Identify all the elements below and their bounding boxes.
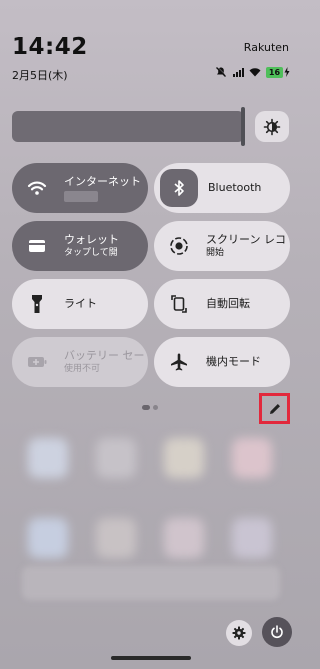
screen-record-icon [170,237,188,255]
wifi-icon [249,68,261,77]
tile-battery-saver-sub: 使用不可 [64,364,101,374]
carrier-name: Rakuten [243,41,289,54]
tile-battery-saver-icon-wrap [20,345,54,379]
tile-auto-rotate[interactable]: 自動回転 [154,279,290,329]
battery-icon: 16 [266,66,290,78]
power-icon [271,625,283,639]
brightness-settings-button[interactable] [255,111,289,142]
charging-icon [284,67,290,77]
power-button[interactable] [262,617,292,647]
settings-button[interactable] [226,620,252,646]
brightness-icon [263,118,281,135]
rotate-icon [171,295,187,313]
tile-screen-record[interactable]: スクリーン レコ 開始 [154,221,290,271]
tile-screen-record-sub: 開始 [206,248,225,258]
tile-flashlight-label: ライト [64,297,97,310]
tile-wallet[interactable]: ウォレット タップして開 [12,221,148,271]
gear-icon [232,626,246,640]
page-indicator [142,405,158,410]
tile-bluetooth-icon-wrap [160,169,198,207]
tile-auto-rotate-icon-wrap [162,287,196,321]
tile-screen-record-icon-wrap [162,229,196,263]
brightness-slider-handle[interactable] [241,107,245,146]
tile-airplane-label: 機内モード [206,355,261,368]
tile-flashlight-icon-wrap [20,287,54,321]
tile-flashlight[interactable]: ライト [12,279,148,329]
tile-internet-label: インターネット [64,174,141,188]
tile-wallet-label: ウォレット [64,233,119,246]
tile-internet[interactable]: インターネット [12,163,148,213]
brightness-slider[interactable] [12,111,244,142]
flashlight-icon [32,295,42,313]
tile-battery-saver-label: バッテリー セー [64,349,145,362]
tile-airplane-icon-wrap [162,345,196,379]
tile-internet-icon-wrap [20,171,54,205]
status-bar: 14:42 2月5日(木) Rakuten 16 [0,0,301,90]
airplane-icon [171,353,187,371]
network-name-redacted [64,190,98,202]
tile-wallet-icon-wrap [20,229,54,263]
tile-wallet-sub: タップして開 [64,248,118,258]
mute-icon [216,66,227,77]
battery-level: 16 [266,66,283,78]
tile-airplane-mode[interactable]: 機内モード [154,337,290,387]
bluetooth-icon [174,180,184,196]
wifi-icon [27,181,47,195]
tile-bluetooth-label: Bluetooth [208,181,262,194]
page-dot [153,405,158,410]
tile-auto-rotate-label: 自動回転 [206,297,250,310]
home-indicator[interactable] [111,656,191,660]
system-icons: 16 [215,66,290,78]
tile-bluetooth[interactable]: Bluetooth [154,163,290,213]
date: 2月5日(木) [12,69,68,82]
battery-saver-icon [28,357,47,367]
clock: 14:42 [12,34,88,60]
wallet-icon [29,240,45,252]
tile-battery-saver[interactable]: バッテリー セー 使用不可 [12,337,148,387]
pencil-icon [269,403,280,414]
tile-screen-record-label: スクリーン レコ [206,233,286,246]
signal-icon [233,68,244,77]
edit-quick-settings-button[interactable] [259,393,290,424]
page-dot-active [142,405,150,410]
